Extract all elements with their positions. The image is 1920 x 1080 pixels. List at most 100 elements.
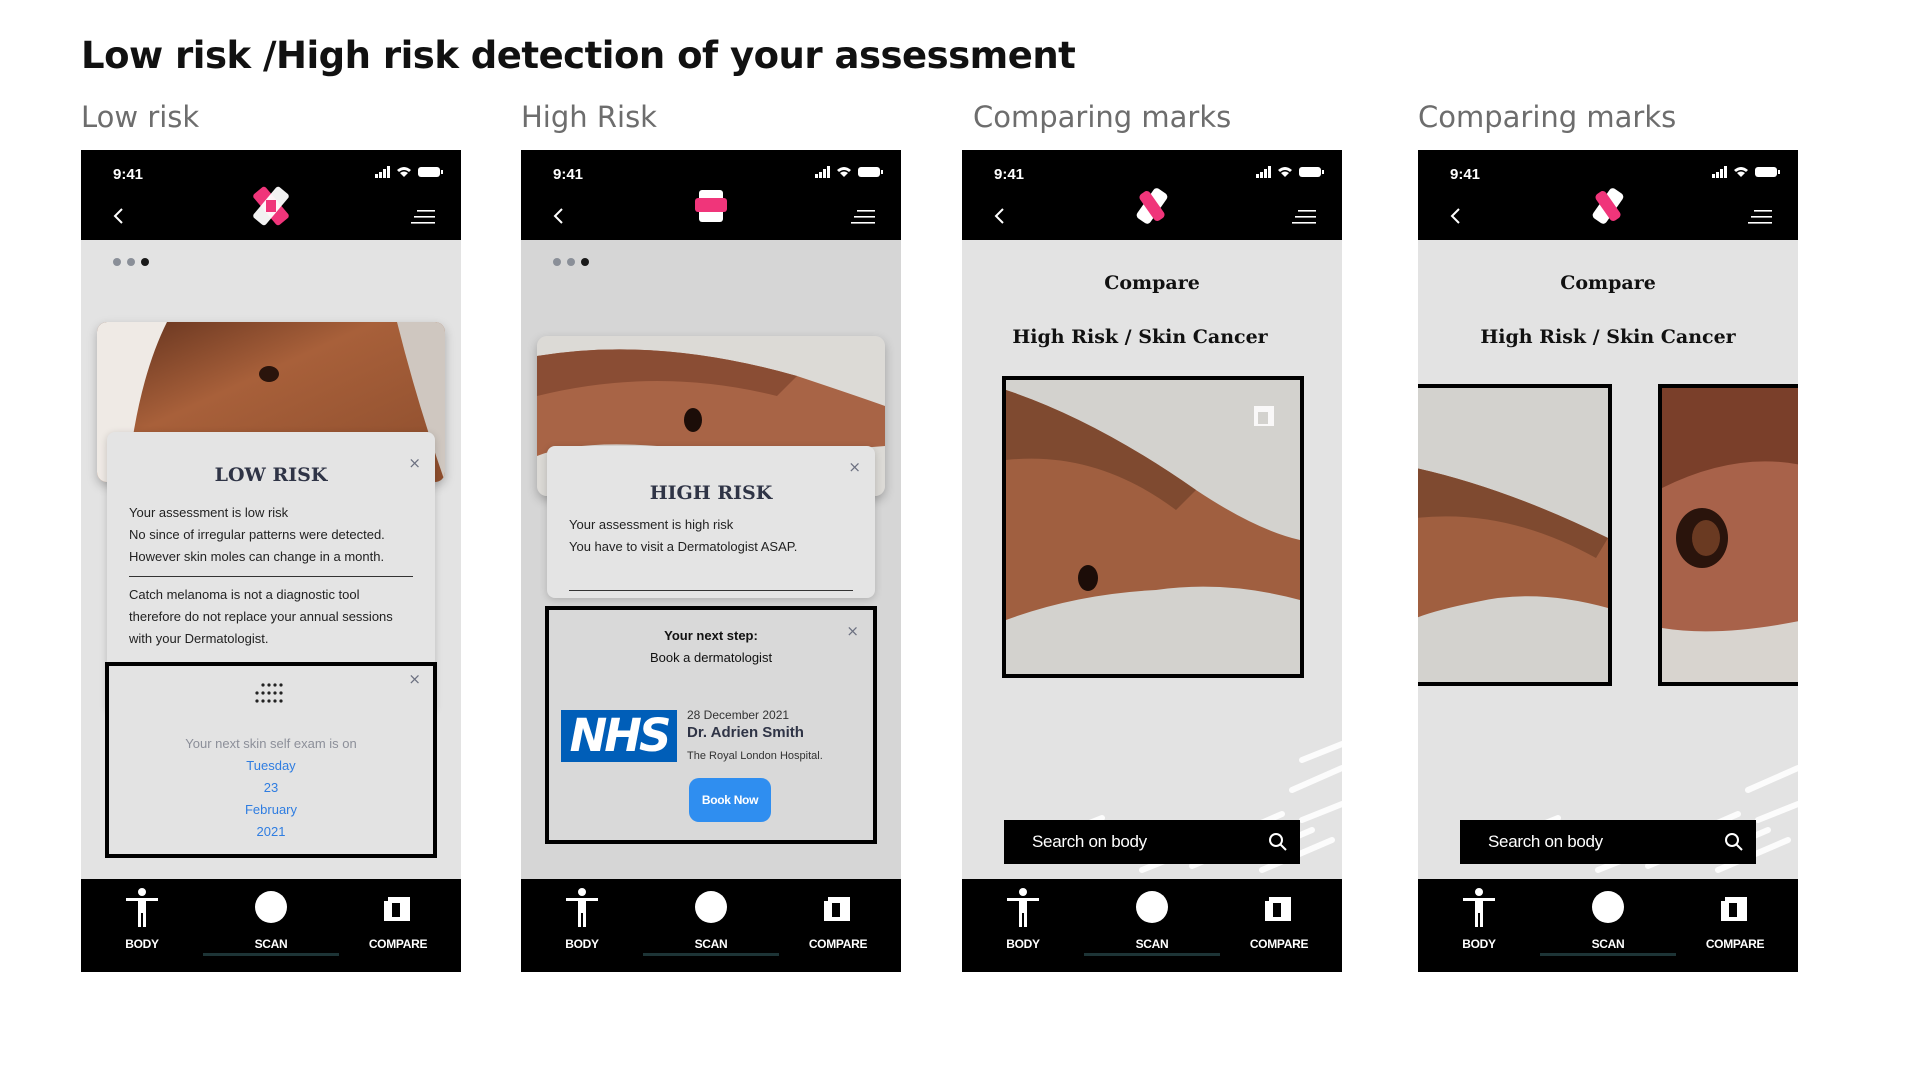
- search-placeholder: Search on body: [1488, 832, 1603, 851]
- tab-compare[interactable]: COMPARE: [783, 887, 893, 959]
- tab-compare[interactable]: COMPARE: [1224, 887, 1334, 959]
- risk-title: LOW RISK: [214, 464, 328, 486]
- tab-compare[interactable]: COMPARE: [1680, 887, 1790, 959]
- next-step-title: Your next step:: [664, 628, 758, 643]
- close-next-step-button[interactable]: ×: [846, 622, 859, 640]
- book-now-button[interactable]: Book Now: [689, 778, 771, 822]
- bottom-tab-bar: BODY SCAN COMPARE: [521, 879, 901, 972]
- compare-photo-right: [1658, 384, 1798, 686]
- disclaimer-line-1: Catch melanoma is not a diagnostic tool: [129, 587, 360, 602]
- tab-label: BODY: [1006, 937, 1040, 951]
- page-indicator: [553, 258, 589, 266]
- search-icon[interactable]: [1268, 832, 1288, 852]
- status-time: 9:41: [553, 166, 584, 183]
- page-indicator: [113, 258, 149, 266]
- calendar-dots-icon: [255, 683, 283, 703]
- next-step-subtitle: Book a dermatologist: [649, 650, 773, 665]
- back-chevron-icon[interactable]: [1446, 206, 1466, 226]
- compare-subheading: High Risk / Skin Cancer: [1012, 326, 1268, 348]
- tab-label: COMPARE: [368, 937, 428, 951]
- disclaimer-line-3: with your Dermatologist.: [129, 631, 269, 646]
- tab-label: SCAN: [1135, 937, 1169, 951]
- tab-label: SCAN: [694, 937, 728, 951]
- tab-label: BODY: [565, 937, 599, 951]
- tab-body[interactable]: BODY: [87, 887, 197, 959]
- result-card-high-risk: HIGH RISK × Your assessment is high risk…: [547, 446, 875, 598]
- status-icons: [375, 166, 443, 178]
- tab-scan[interactable]: SCAN: [656, 887, 766, 959]
- reminder-date: 23: [263, 780, 279, 795]
- close-reminder-button[interactable]: ×: [408, 670, 421, 688]
- next-step-card: Your next step: Book a dermatologist × N…: [545, 606, 877, 844]
- screen-label-low-risk: Low risk: [81, 100, 200, 134]
- menu-icon[interactable]: [1292, 208, 1316, 226]
- bottom-tab-bar: BODY SCAN COMPARE: [962, 879, 1342, 972]
- menu-icon[interactable]: [411, 208, 435, 226]
- tab-compare[interactable]: COMPARE: [343, 887, 453, 959]
- back-chevron-icon[interactable]: [549, 206, 569, 226]
- next-exam-reminder: × Your next skin self exam is on Tuesday…: [105, 662, 437, 858]
- app-logo-icon: [253, 186, 289, 226]
- body-icon: [126, 888, 158, 927]
- divider: [569, 590, 853, 591]
- phone-high-risk: 9:41 HIGH RISK × Your assessment is high…: [521, 150, 901, 972]
- app-header: 9:41: [962, 150, 1342, 240]
- tab-body[interactable]: BODY: [1424, 887, 1534, 959]
- assessment-line-2: No since of irregular patterns were dete…: [129, 527, 385, 542]
- appointment-date: 28 December 2021: [687, 708, 790, 722]
- nhs-logo: NHS: [561, 710, 677, 762]
- tab-label: BODY: [1462, 937, 1496, 951]
- active-tab-indicator: [1540, 953, 1676, 956]
- reminder-year: 2021: [256, 824, 286, 839]
- back-chevron-icon[interactable]: [109, 206, 129, 226]
- phone-low-risk: 9:41 LOW RISK × Your assessment is low r…: [81, 150, 461, 972]
- tab-body[interactable]: BODY: [527, 887, 637, 959]
- body-icon: [1007, 888, 1039, 927]
- close-card-button[interactable]: ×: [408, 454, 421, 472]
- assessment-line-1: Your assessment is low risk: [129, 505, 289, 520]
- tab-scan[interactable]: SCAN: [216, 887, 326, 959]
- assessment-line-3: However skin moles can change in a month…: [129, 549, 385, 564]
- close-card-button[interactable]: ×: [848, 458, 861, 476]
- back-chevron-icon[interactable]: [990, 206, 1010, 226]
- compare-heading: Compare: [1104, 272, 1200, 294]
- page-title: Low risk /High risk detection of your as…: [81, 34, 1076, 77]
- app-logo-icon: [695, 190, 727, 222]
- search-on-body-input[interactable]: Search on body: [1004, 820, 1300, 864]
- tab-scan[interactable]: SCAN: [1553, 887, 1663, 959]
- search-on-body-input[interactable]: Search on body: [1460, 820, 1756, 864]
- compare-icon: [384, 897, 410, 921]
- menu-icon[interactable]: [1748, 208, 1772, 226]
- expand-icon[interactable]: [1250, 402, 1278, 430]
- active-tab-indicator: [203, 953, 339, 956]
- app-header: 9:41: [521, 150, 901, 240]
- body-icon: [1463, 888, 1495, 927]
- hospital-name: The Royal London Hospital.: [687, 750, 823, 762]
- search-icon[interactable]: [1724, 832, 1744, 852]
- doctor-name: Dr. Adrien Smith: [687, 724, 804, 741]
- body-icon: [566, 888, 598, 927]
- compare-heading: Compare: [1560, 272, 1656, 294]
- screen-label-high-risk: High Risk: [521, 100, 657, 134]
- app-header: 9:41: [1418, 150, 1798, 240]
- tab-scan[interactable]: SCAN: [1097, 887, 1207, 959]
- compare-icon: [1721, 897, 1747, 921]
- status-icons: [1712, 166, 1780, 178]
- compare-subheading: High Risk / Skin Cancer: [1480, 326, 1736, 348]
- bottom-tab-bar: BODY SCAN COMPARE: [1418, 879, 1798, 972]
- scan-icon: [695, 891, 727, 923]
- compare-photo-left: [1418, 384, 1612, 686]
- app-logo-icon: [1592, 188, 1624, 224]
- tab-label: COMPARE: [808, 937, 868, 951]
- screen-label-comparing-marks-2: Comparing marks: [1418, 100, 1677, 134]
- tab-label: SCAN: [254, 937, 288, 951]
- divider: [129, 576, 413, 577]
- scan-icon: [1136, 891, 1168, 923]
- tab-label: COMPARE: [1705, 937, 1765, 951]
- compare-icon: [824, 897, 850, 921]
- compare-photo-frame: [1002, 376, 1304, 678]
- tab-body[interactable]: BODY: [968, 887, 1078, 959]
- menu-icon[interactable]: [851, 208, 875, 226]
- status-icons: [815, 166, 883, 178]
- reminder-month: February: [244, 802, 298, 817]
